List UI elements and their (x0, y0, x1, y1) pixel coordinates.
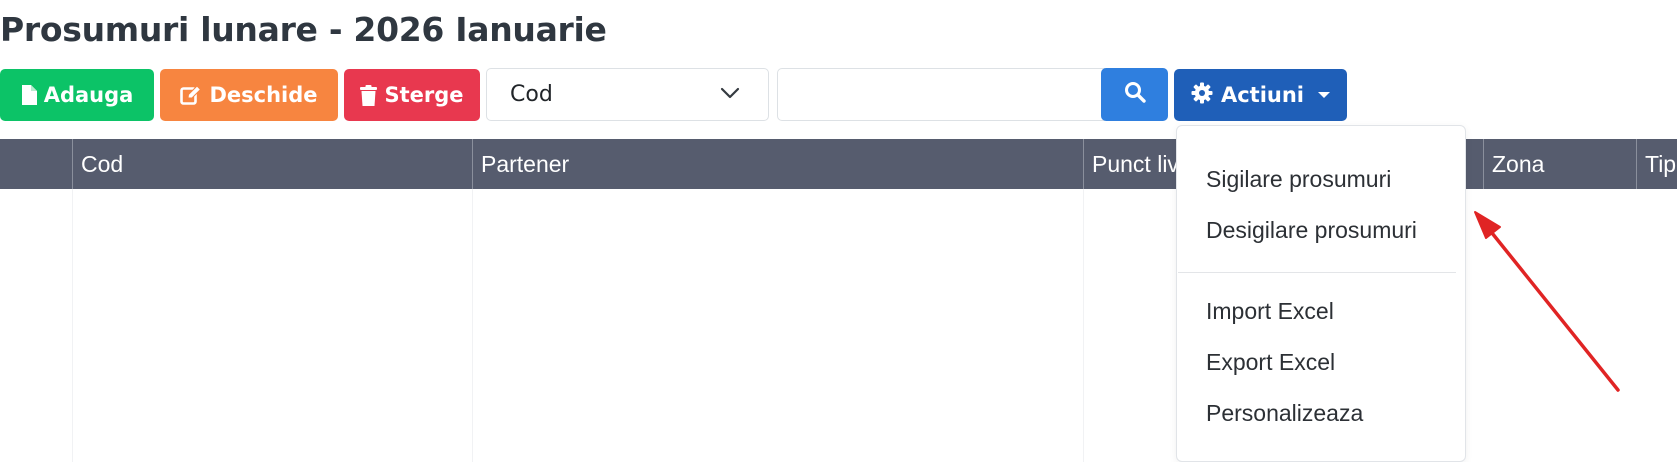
column-divider (472, 189, 473, 462)
add-button-label: Adauga (43, 83, 134, 107)
column-header-tip[interactable]: Tip (1636, 139, 1677, 189)
menu-item-sigilare-prosumuri[interactable]: Sigilare prosumuri (1206, 166, 1391, 193)
column-divider (72, 189, 73, 462)
caret-down-icon (1318, 92, 1331, 98)
page: Prosumuri lunare - 2026 Ianuarie Adauga … (0, 0, 1677, 462)
column-header-partener[interactable]: Partener (472, 139, 1083, 189)
trash-icon (360, 84, 378, 106)
column-header-zona[interactable]: Zona (1483, 139, 1636, 189)
actions-button-label: Actiuni (1220, 83, 1305, 107)
edit-icon (180, 85, 202, 105)
delete-button-label: Sterge (384, 83, 464, 107)
delete-button[interactable]: Sterge (344, 69, 480, 121)
search-field-select[interactable]: Cod (486, 68, 769, 121)
menu-item-personalizeaza[interactable]: Personalizeaza (1206, 400, 1363, 427)
open-button[interactable]: Deschide (160, 69, 338, 121)
menu-item-desigilare-prosumuri[interactable]: Desigilare prosumuri (1206, 217, 1417, 244)
add-button[interactable]: Adauga (0, 69, 154, 121)
file-icon (21, 85, 37, 105)
column-divider (1083, 189, 1084, 462)
chevron-down-icon (720, 86, 740, 104)
actions-dropdown-button[interactable]: Actiuni (1174, 69, 1347, 121)
page-title: Prosumuri lunare - 2026 Ianuarie (0, 10, 607, 49)
menu-item-import-excel[interactable]: Import Excel (1206, 298, 1334, 325)
actions-dropdown-menu: Sigilare prosumuri Desigilare prosumuri … (1176, 125, 1466, 462)
column-header-select[interactable] (0, 139, 72, 189)
column-header-cod[interactable]: Cod (72, 139, 472, 189)
search-input[interactable] (777, 68, 1105, 121)
menu-divider (1178, 272, 1456, 273)
search-icon (1124, 81, 1146, 108)
search-field-select-value: Cod (510, 82, 553, 107)
search-button[interactable] (1101, 68, 1168, 121)
gear-icon (1191, 82, 1213, 109)
open-button-label: Deschide (209, 83, 318, 107)
menu-item-export-excel[interactable]: Export Excel (1206, 349, 1335, 376)
